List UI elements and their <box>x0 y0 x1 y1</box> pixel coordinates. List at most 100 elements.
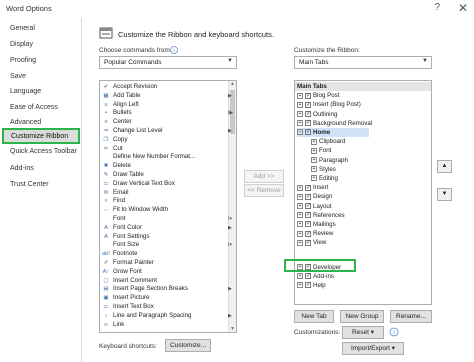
list-item[interactable]: ▢ Insert Comment <box>102 277 157 286</box>
list-item[interactable]: ▭ Draw Vertical Text Box <box>102 180 174 189</box>
list-item[interactable]: ▭ Insert Text Box <box>102 303 153 312</box>
blank-icon <box>102 153 110 160</box>
nav-item-advanced[interactable]: Advanced <box>10 119 41 126</box>
list-item[interactable]: ↕ Line and Paragraph Spacing ▶ <box>102 312 232 321</box>
close-button[interactable]: ✕ <box>458 1 468 15</box>
tree-item-outlining[interactable]: + ✓ Outlining <box>297 110 337 119</box>
submenu-arrow-icon: ▶ <box>228 224 232 231</box>
list-item[interactable]: Font Size I▾ <box>102 241 232 250</box>
new-tab-button[interactable]: New Tab <box>294 310 334 323</box>
font-color-icon: A <box>104 224 108 231</box>
list-item[interactable]: A↑ Grow Font <box>102 268 142 277</box>
list-item[interactable]: ab¹ Footnote <box>102 250 137 259</box>
table-icon: ▦ <box>103 92 109 99</box>
tree-item-mailings[interactable]: + ✓ Mailings <box>297 220 336 229</box>
nav-item-proofing[interactable]: Proofing <box>10 57 36 64</box>
blank-icon <box>102 241 110 248</box>
list-item[interactable]: ∞ Link <box>102 321 124 330</box>
tree-item-layout[interactable]: + ✓ Layout <box>297 202 332 211</box>
blank-icon <box>102 215 110 222</box>
list-item[interactable]: ▦ Add Table ▶ <box>102 92 231 101</box>
list-item[interactable]: ▤ Insert Page Section Breaks ▶ <box>102 285 231 294</box>
tree-item-paragraph[interactable]: + Paragraph <box>311 156 348 165</box>
page-header: Customize the Ribbon and keyboard shortc… <box>118 30 274 39</box>
list-item[interactable]: A Font Settings <box>102 233 149 242</box>
scissors-icon: ✂ <box>103 145 109 152</box>
customize-shortcuts-button[interactable]: Customize... <box>165 339 211 352</box>
chevron-down-icon: ▼ <box>227 58 233 64</box>
list-item[interactable]: ✖ Delete <box>102 162 131 171</box>
tree-item-editing[interactable]: + Editing <box>311 174 338 183</box>
tree-item-add-ins[interactable]: + ✓ Add-ins <box>297 272 334 281</box>
customize-ribbon-dropdown[interactable]: Main Tabs ▼ <box>294 56 432 69</box>
list-item[interactable]: Define New Number Format... <box>102 153 195 162</box>
bullets-icon: • <box>105 110 107 117</box>
nav-item-ease-of-access[interactable]: Ease of Access <box>10 104 58 111</box>
rename-button[interactable]: Rename... <box>390 310 432 323</box>
developer-highlight <box>284 259 356 272</box>
nav-item-quick-access-toolbar[interactable]: Quick Access Toolbar <box>10 148 77 155</box>
tree-item-font[interactable]: + Font <box>311 146 331 155</box>
tree-item-references[interactable]: + ✓ References <box>297 211 345 220</box>
window-title: Word Options <box>6 4 52 13</box>
tree-item-insert-blog-post[interactable]: + ✓ Insert (Blog Post) <box>297 100 361 109</box>
svg-text:i: i <box>393 331 394 337</box>
list-item[interactable]: • Bullets |▶ <box>102 109 233 118</box>
list-item[interactable]: ✂ Cut <box>102 145 123 154</box>
list-item[interactable]: ✉ Email <box>102 189 129 198</box>
commands-list[interactable]: ▲ ▼ ✔ Accept Revision ▦ Add Table ▶ ≡ Align … <box>99 80 237 333</box>
text-box-icon: ▭ <box>103 304 109 310</box>
remove-button[interactable]: << Remove <box>244 184 284 197</box>
tree-item-design[interactable]: + ✓ Design <box>297 192 332 201</box>
delete-icon: ✖ <box>103 163 109 170</box>
nav-item-general[interactable]: General <box>10 25 35 32</box>
choose-commands-dropdown[interactable]: Popular Commands ▼ <box>99 56 237 69</box>
list-item[interactable]: ✔ Accept Revision <box>102 83 158 92</box>
chevron-down-icon: ▼ <box>422 58 428 64</box>
nav-item-customize-ribbon[interactable]: Customize Ribbon <box>2 128 80 144</box>
list-item[interactable]: ▣ Insert Picture <box>102 294 149 303</box>
commands-scrollbar[interactable]: ▲ ▼ <box>228 81 236 332</box>
reset-button[interactable]: Reset ▾ <box>342 326 384 339</box>
svg-text:i: i <box>173 48 174 54</box>
comment-icon: ▢ <box>103 277 109 284</box>
help-button[interactable]: ? <box>434 2 440 13</box>
tree-item-styles[interactable]: + Styles <box>311 165 336 174</box>
info-icon[interactable]: i <box>389 327 399 337</box>
scroll-up-icon[interactable]: ▲ <box>229 81 236 87</box>
import-export-button[interactable]: Import/Export ▾ <box>342 342 404 355</box>
move-down-button[interactable]: ▼ <box>437 188 452 201</box>
tree-item-view[interactable]: + ✓ View <box>297 238 326 247</box>
list-item[interactable]: Font I▾ <box>102 215 232 224</box>
list-item[interactable]: ⌕ Find <box>102 197 125 206</box>
move-up-button[interactable]: ▲ <box>437 160 452 173</box>
submenu-arrow-icon: ▶ <box>228 286 232 293</box>
tree-item-clipboard[interactable]: + Clipboard <box>311 137 345 146</box>
list-item[interactable]: ✐ Format Painter <box>102 259 154 268</box>
tree-item-home[interactable]: − ✓ Home <box>297 128 369 138</box>
tree-item-review[interactable]: + ✓ Review <box>297 229 333 238</box>
nav-item-language[interactable]: Language <box>10 88 41 95</box>
nav-item-trust-center[interactable]: Trust Center <box>10 181 49 188</box>
list-item[interactable]: ≡ Center <box>102 118 131 127</box>
new-group-button[interactable]: New Group <box>340 310 384 323</box>
tree-item-help[interactable]: + ✓ Help <box>297 281 326 290</box>
email-icon: ✉ <box>103 189 109 196</box>
list-item[interactable]: ≡ Align Left <box>102 101 138 110</box>
tree-item-blog-post[interactable]: + ✓ Blog Post <box>297 91 339 100</box>
field-icon: I▾ <box>228 242 232 249</box>
list-item[interactable]: A Font Color ▶ <box>102 224 232 233</box>
nav-item-display[interactable]: Display <box>10 41 33 48</box>
scroll-down-icon[interactable]: ▼ <box>229 326 236 332</box>
nav-item-add-ins[interactable]: Add-ins <box>10 165 34 172</box>
list-level-icon: ≔ <box>103 128 109 134</box>
tree-item-insert[interactable]: + ✓ Insert <box>297 183 328 192</box>
list-item[interactable]: ✎ Draw Table <box>102 171 144 180</box>
add-button[interactable]: Add >> <box>244 170 284 183</box>
info-icon[interactable]: i <box>170 46 178 54</box>
nav-item-save[interactable]: Save <box>10 73 26 80</box>
list-item[interactable]: ⇔ Fit to Window Width <box>102 206 168 215</box>
tree-item-background-removal[interactable]: + ✓ Background Removal <box>297 119 372 128</box>
list-item[interactable]: ❐ Copy <box>102 136 128 145</box>
list-item[interactable]: ≔ Change List Level ▶ <box>102 127 232 136</box>
